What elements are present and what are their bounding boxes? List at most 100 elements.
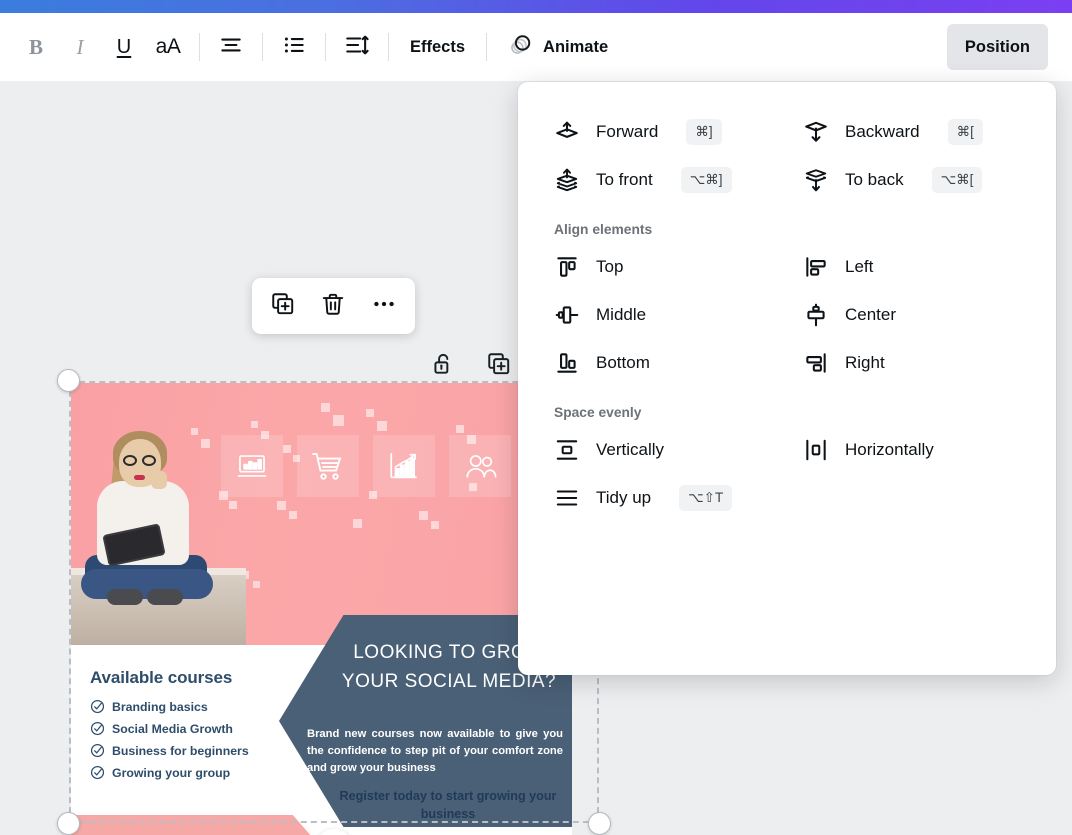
decorative-pixel — [251, 421, 258, 428]
bring-to-front-icon — [554, 167, 580, 193]
shortcut-badge: ⌥⇧T — [679, 485, 733, 511]
photo-person — [71, 383, 246, 645]
toolbar-divider — [262, 33, 263, 61]
text-align-icon — [218, 32, 244, 63]
duplicate-icon[interactable] — [486, 351, 512, 377]
person-lips — [134, 475, 145, 480]
menu-item-align-right[interactable]: Right — [789, 339, 1034, 387]
text-align-button[interactable] — [209, 25, 253, 69]
course-label: Branding basics — [112, 699, 208, 714]
underline-button[interactable]: U — [102, 25, 146, 69]
position-dropdown-panel: Forward ⌘] Backward ⌘[To front ⌥⌘] To b… — [518, 82, 1056, 675]
menu-item-align-bottom[interactable]: Bottom — [540, 339, 785, 387]
menu-label: Backward — [845, 122, 920, 141]
tidy-up-icon — [554, 485, 580, 511]
effects-button[interactable]: Effects — [398, 25, 477, 69]
course-label: Growing your group — [112, 765, 231, 780]
delete-button[interactable] — [312, 285, 354, 327]
duplicate-button[interactable] — [262, 285, 304, 327]
check-circle-icon — [90, 765, 105, 780]
send-to-back-icon — [803, 167, 829, 193]
check-circle-icon — [90, 743, 105, 758]
layer-actions-grid: Forward ⌘] Backward ⌘[To front ⌥⌘] To b… — [540, 108, 1034, 204]
banner-photo-area — [71, 383, 572, 645]
align-center-icon — [803, 302, 829, 328]
footer-pink-arrow — [71, 815, 326, 835]
toolbar-divider — [388, 33, 389, 61]
resize-handle-bottom-left[interactable] — [57, 812, 80, 835]
menu-label: Top — [596, 257, 624, 276]
people-card — [449, 435, 511, 497]
toolbar-divider — [325, 33, 326, 61]
bold-button[interactable]: B — [14, 25, 58, 69]
decorative-pixel — [419, 511, 428, 520]
menu-label: Right — [845, 353, 885, 372]
check-circle-icon — [90, 721, 105, 736]
menu-item-forward[interactable]: Forward ⌘] — [540, 108, 785, 156]
line-spacing-button[interactable] — [335, 25, 379, 69]
menu-label: Tidy up — [596, 488, 652, 507]
element-floating-toolbar — [252, 278, 415, 334]
person-shoe — [107, 589, 143, 605]
decorative-pixel — [277, 501, 286, 510]
bold-label: B — [28, 34, 43, 59]
shortcut-badge: ⌥⌘] — [680, 167, 732, 193]
canva-editor-window: B I U aA Effects Animate Position LOOKIN… — [0, 0, 1072, 835]
menu-item-align-left[interactable]: Left — [789, 243, 1034, 291]
duplicate-icon — [270, 291, 296, 322]
more-options-button[interactable] — [363, 285, 405, 327]
bring-forward-icon — [554, 119, 580, 145]
menu-label: Forward — [596, 122, 659, 141]
animate-label: Animate — [543, 37, 609, 56]
bullet-list-button[interactable] — [272, 25, 316, 69]
letter-case-button[interactable]: aA — [146, 25, 190, 69]
decorative-pixel — [456, 425, 464, 433]
decorative-pixel — [431, 521, 439, 529]
menu-item-tidy-up[interactable]: Tidy up ⌥⇧T — [540, 474, 785, 522]
resize-handle-top-left[interactable] — [57, 369, 80, 392]
text-toolbar: B I U aA Effects Animate Position — [0, 13, 1072, 81]
animate-button[interactable]: Animate — [496, 25, 620, 69]
available-courses-block: Available courses Branding basics Social… — [90, 668, 290, 787]
line-spacing-icon — [344, 32, 370, 63]
decorative-pixel — [353, 519, 362, 528]
resize-handle-bottom-right[interactable] — [588, 812, 611, 835]
person-glasses — [123, 455, 159, 466]
animate-icon — [508, 32, 533, 62]
course-list-item: Social Media Growth — [90, 721, 290, 736]
design-canvas[interactable]: LOOKING TO GROW YOUR SOCIAL MEDIA? Brand… — [71, 383, 572, 835]
course-list-item: Business for beginners — [90, 743, 290, 758]
check-circle-icon — [90, 699, 105, 714]
decorative-pixel — [377, 421, 387, 431]
menu-label: Vertically — [596, 440, 665, 459]
menu-item-to-front[interactable]: To front ⌥⌘] — [540, 156, 785, 204]
underline-label: U — [116, 35, 132, 58]
space-horizontally-icon — [803, 437, 829, 463]
unlock-icon[interactable] — [430, 351, 456, 377]
menu-item-backward[interactable]: Backward ⌘[ — [789, 108, 1034, 156]
align-middle-icon — [554, 302, 580, 328]
decorative-pixel — [253, 581, 260, 588]
shortcut-badge: ⌥⌘[ — [931, 167, 983, 193]
align-left-icon — [803, 254, 829, 280]
courses-title: Available courses — [90, 668, 233, 687]
align-top-icon — [554, 254, 580, 280]
menu-item-align-top[interactable]: Top — [540, 243, 785, 291]
italic-button[interactable]: I — [58, 25, 102, 69]
menu-item-space-vertically[interactable]: Vertically — [540, 426, 785, 474]
space-actions-grid: Vertically Horizontally Tidy up ⌥⇧T — [540, 426, 1034, 522]
align-bottom-icon — [554, 350, 580, 376]
menu-item-space-horizontally[interactable]: Horizontally — [789, 426, 1034, 474]
decorative-pixel — [366, 409, 374, 417]
course-label: Business for beginners — [112, 743, 249, 758]
menu-label: Middle — [596, 305, 647, 324]
menu-item-align-center[interactable]: Center — [789, 291, 1034, 339]
menu-item-align-middle[interactable]: Middle — [540, 291, 785, 339]
toolbar-divider — [486, 33, 488, 61]
menu-label: Center — [845, 305, 897, 324]
align-section-title: Align elements — [554, 222, 653, 237]
banner-icon-row — [221, 435, 511, 497]
position-button[interactable]: Position — [946, 24, 1048, 70]
person-shoe — [147, 589, 183, 605]
menu-item-to-back[interactable]: To back ⌥⌘[ — [789, 156, 1034, 204]
